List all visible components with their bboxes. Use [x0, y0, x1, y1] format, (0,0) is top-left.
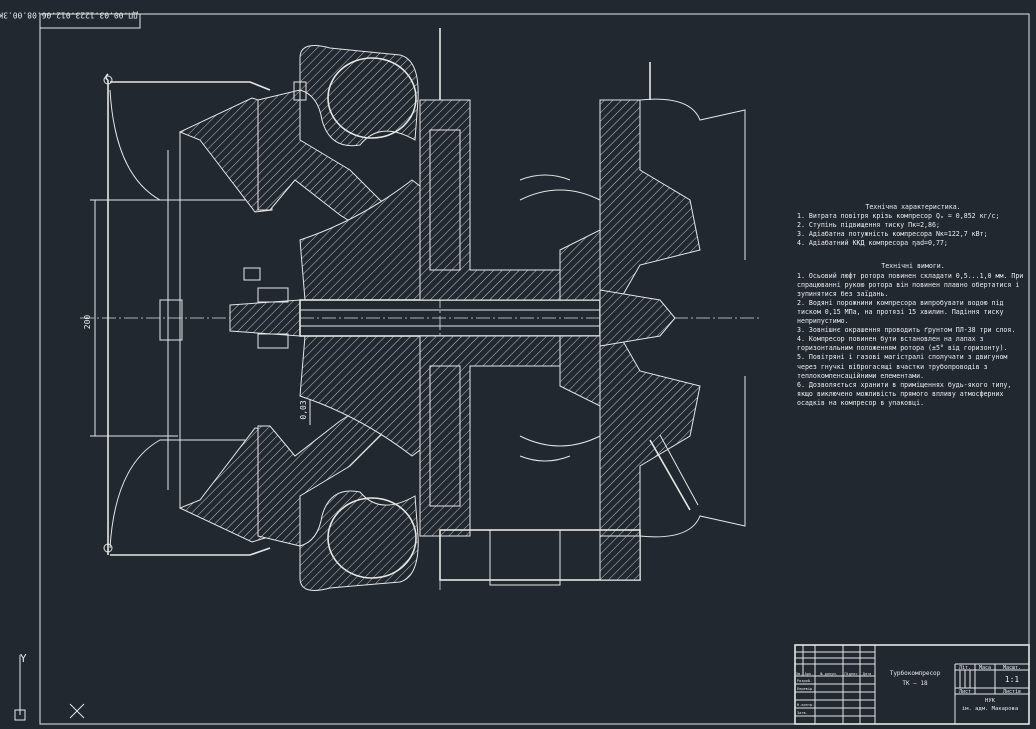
- title-name-line1: Турбокомпресор: [890, 670, 941, 677]
- tech-requirement-line: 6. Дозволяється хранити в приміщеннях бу…: [797, 380, 1016, 407]
- title-scale-value: 1:1: [1005, 675, 1020, 684]
- title-row-header-3: Підпис: [845, 672, 858, 676]
- title-role-3: Н.контр.: [797, 703, 814, 707]
- title-row-header-2: № докум.: [820, 672, 837, 676]
- title-row-header-1: Арк.: [805, 672, 814, 676]
- ucs-icon: Y: [14, 652, 85, 721]
- title-block: Турбокомпресор ТК — 18 Літ. Маса Масшт. …: [794, 644, 1030, 725]
- title-role-0: Розроб.: [797, 678, 812, 683]
- title-role-4: Затв.: [797, 711, 808, 715]
- tech-characteristics-title: Технічна характеристика.: [865, 203, 961, 211]
- title-org-line2: ім. адм. Макарова: [962, 706, 1018, 712]
- ucs-y-label: Y: [20, 652, 27, 665]
- title-sheets-label: Листів: [1003, 689, 1021, 695]
- tech-requirement-line: 1. Осьовий люфт ротора повинен складати …: [797, 271, 1028, 298]
- turbocharger-section: 200 0,03: [80, 28, 760, 591]
- tech-requirement-line: 4. Компресор повинен бути встановлен на …: [797, 335, 1008, 353]
- dim-clearance: 0,03: [299, 400, 308, 419]
- tech-characteristic-line: 3. Адіабатна потужність компресора Nк=12…: [797, 230, 988, 239]
- tech-requirements-title: Технічні вимоги.: [881, 262, 945, 271]
- title-name-line2: ТК — 18: [902, 680, 928, 687]
- tech-characteristic-line: 2. Ступінь підвищення тиску Пк=2,86;: [797, 221, 940, 230]
- title-col-lit: Літ.: [959, 665, 971, 671]
- dim-diameter: 200: [83, 315, 92, 330]
- title-col-scale: Масшт.: [1003, 665, 1021, 671]
- title-org-line1: НУК: [985, 698, 996, 704]
- technical-notes: Технічна характеристика. 1. Витрата пові…: [797, 203, 1029, 408]
- tech-requirement-line: 5. Повітряні і газові магістралі сполуча…: [797, 353, 1012, 380]
- title-role-1: Перевір.: [797, 687, 814, 691]
- tech-characteristic-line: 1. Витрата повітря крізь компресор Qₐ = …: [797, 212, 1000, 221]
- tech-characteristic-line: 4. Адіабатний ККД компресора ηаd=0,77;: [797, 239, 948, 248]
- tech-requirement-line: 3. Зовнішнє окрашення проводить ґрунтом …: [797, 326, 1016, 335]
- title-col-mass: Маса: [979, 665, 991, 671]
- title-row-header-0: Зм.: [796, 672, 803, 676]
- tech-requirement-line: 2. Водяні порожнини компресора випробува…: [797, 298, 1008, 326]
- title-row-header-4: Дата: [863, 672, 872, 676]
- stamp-code: ДП.00.03.1223.012.06.08.00.ЗК: [0, 10, 138, 19]
- title-sheet-label: Лист: [959, 689, 971, 695]
